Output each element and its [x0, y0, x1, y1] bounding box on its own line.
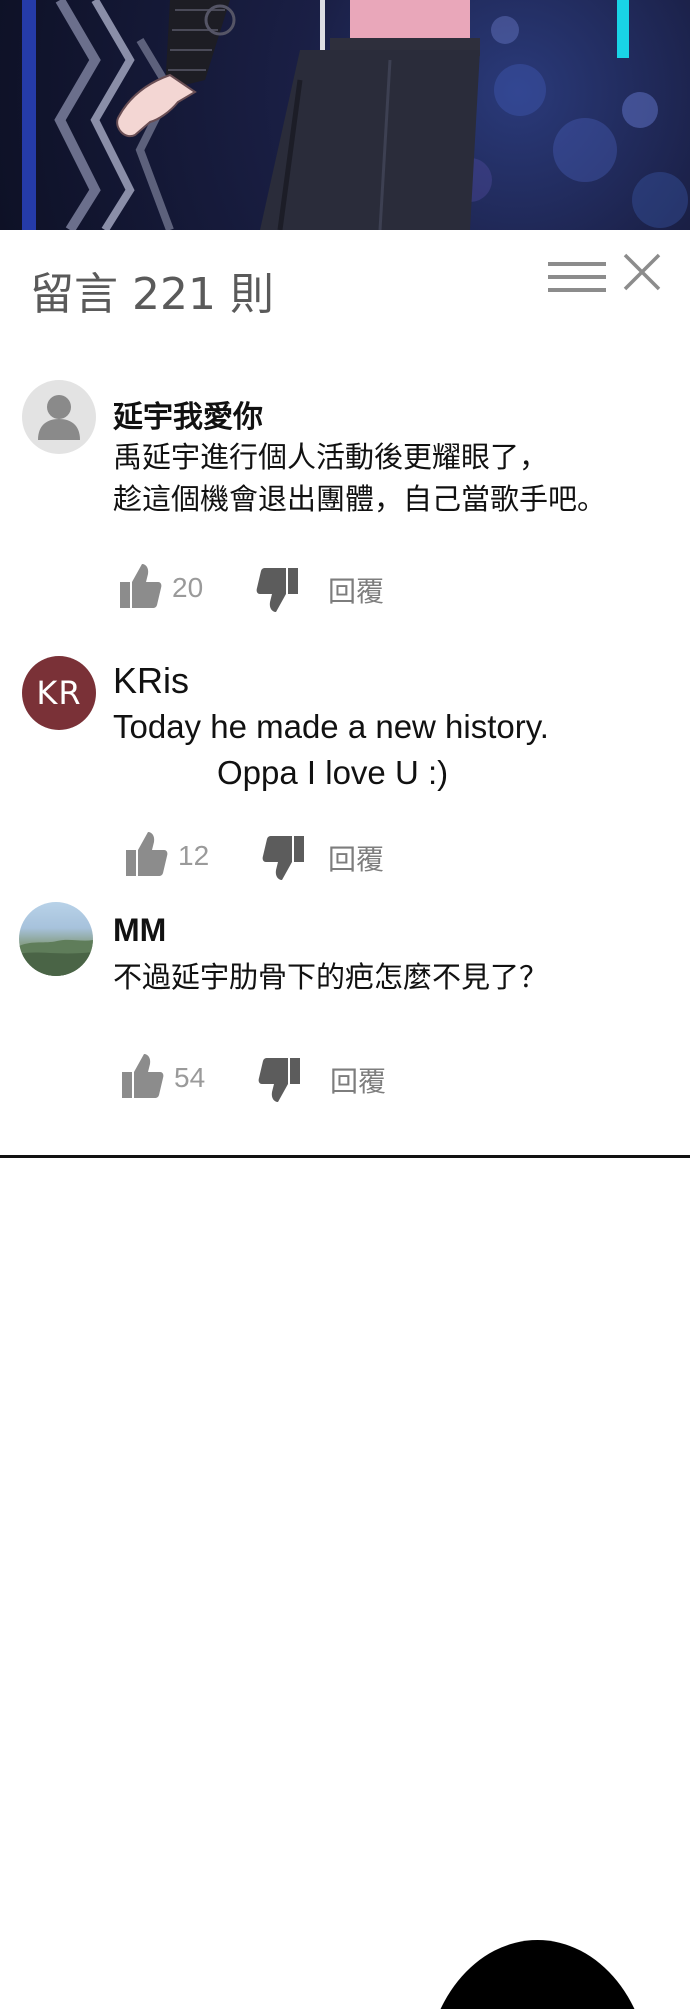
comment-item: KR KRis Today he made a new history. Opp… — [0, 650, 690, 890]
like-count: 12 — [178, 840, 210, 871]
comment-actions: 12 回覆 — [124, 830, 444, 880]
comment-actions: 20 回覆 — [118, 562, 438, 612]
comment-author[interactable]: KRis — [113, 660, 189, 702]
comic-panel-illustration — [0, 0, 690, 230]
comments-panel: 留言 221 則 延宇我愛你 禹延宇進行個人活動後更耀眼了， 趁這個機會退出團體… — [0, 230, 690, 1158]
reply-button[interactable]: 回覆 — [328, 838, 384, 878]
close-icon[interactable] — [622, 252, 662, 292]
thumbs-down-icon[interactable] — [258, 1056, 302, 1104]
thumbs-up-icon[interactable] — [120, 1052, 164, 1100]
comments-header: 留言 221 則 — [0, 230, 690, 330]
comments-count-title: 留言 221 則 — [30, 269, 274, 320]
comment-author[interactable]: 延宇我愛你 — [113, 392, 263, 436]
comment-text-line: 不過延宇肋骨下的疤怎麼不見了？ — [113, 960, 549, 994]
comment-text-line: Oppa I love U :) — [217, 754, 449, 791]
thumbs-down-icon[interactable] — [256, 566, 300, 614]
comment-item: 延宇我愛你 禹延宇進行個人活動後更耀眼了， 趁這個機會退出團體，自己當歌手吧。 … — [0, 380, 690, 620]
like-count: 54 — [174, 1062, 206, 1093]
thumbs-up-icon[interactable] — [118, 562, 162, 610]
stage-scene-graphic — [22, 0, 688, 230]
comment-text-line: Today he made a new history. — [113, 708, 549, 745]
thumbs-up-icon[interactable] — [124, 830, 168, 878]
avatar[interactable]: KR — [22, 656, 96, 730]
page: 留言 221 則 延宇我愛你 禹延宇進行個人活動後更耀眼了， 趁這個機會退出團體… — [0, 0, 690, 2009]
next-panel-dark-shape — [425, 1940, 650, 2009]
comment-author[interactable]: MM — [113, 912, 166, 949]
comment-text-line: 禹延宇進行個人活動後更耀眼了， — [113, 440, 549, 474]
comment-text-line: 趁這個機會退出團體，自己當歌手吧。 — [113, 482, 607, 516]
menu-icon[interactable] — [548, 260, 608, 294]
thumbs-down-icon[interactable] — [262, 834, 306, 882]
avatar-photo-landscape — [19, 939, 93, 976]
reply-button[interactable]: 回覆 — [328, 570, 384, 610]
comment-actions: 54 回覆 — [120, 1052, 440, 1102]
avatar[interactable] — [22, 380, 96, 454]
reply-button[interactable]: 回覆 — [330, 1060, 386, 1100]
user-icon — [38, 395, 80, 440]
like-count: 20 — [172, 572, 204, 603]
avatar[interactable] — [19, 902, 93, 976]
comment-item: MM 不過延宇肋骨下的疤怎麼不見了？ 54 回覆 — [0, 902, 690, 1142]
